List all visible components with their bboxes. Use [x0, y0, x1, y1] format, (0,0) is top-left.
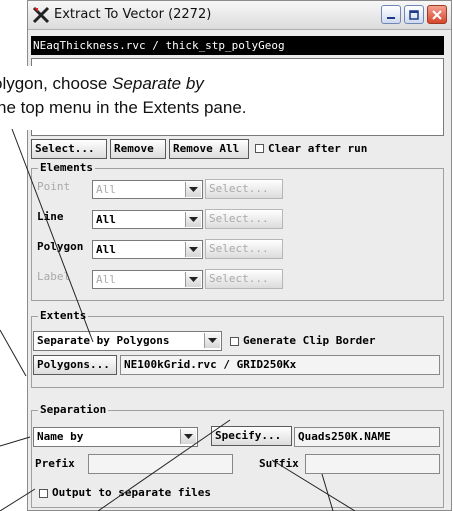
- chevron-down-icon: [185, 242, 201, 257]
- specify-button[interactable]: Specify...: [211, 426, 292, 446]
- label-combo[interactable]: All: [92, 270, 203, 289]
- element-row-label: Point: [37, 180, 71, 193]
- clear-after-run-checkbox[interactable]: [255, 144, 264, 153]
- element-row-label: Label: [37, 270, 71, 283]
- suffix-field[interactable]: [305, 454, 440, 474]
- output-separate-files-checkbox[interactable]: [39, 489, 48, 498]
- extents-mode-combo[interactable]: Separate by Polygons: [33, 331, 222, 351]
- maximize-icon: [409, 10, 419, 20]
- element-row-label: Polygon: [37, 240, 84, 253]
- point-select-button[interactable]: Select...: [205, 179, 283, 199]
- object-path-field[interactable]: NEaqThickness.rvc / thick_stp_polyGeog: [31, 36, 444, 55]
- polygons-path-field[interactable]: NE100kGrid.rvc / GRID250Kx: [120, 355, 440, 375]
- remove-button[interactable]: Remove: [110, 139, 166, 159]
- chevron-down-icon: [185, 272, 201, 287]
- polygons-button[interactable]: Polygons...: [33, 355, 117, 375]
- chevron-down-icon: [204, 333, 220, 348]
- minimize-icon: [387, 17, 395, 19]
- close-button[interactable]: [427, 5, 447, 24]
- callout-line-1-emphasis: Separate by: [112, 74, 204, 93]
- maximize-button[interactable]: [404, 5, 424, 24]
- line-combo[interactable]: All: [92, 210, 203, 229]
- window-title: Extract To Vector (2272): [54, 7, 212, 22]
- select-button[interactable]: Select...: [31, 139, 107, 159]
- element-row-label: Line: [37, 210, 64, 223]
- polygon-combo-value: All: [96, 243, 116, 256]
- line-combo-value: All: [96, 213, 116, 226]
- chevron-down-icon: [185, 182, 201, 197]
- extents-mode-value: Separate by Polygons: [37, 334, 170, 347]
- callout-line-1-text: olygon, choose: [0, 74, 113, 93]
- line-select-button[interactable]: Select...: [205, 209, 283, 229]
- generate-clip-border-label: Generate Clip Border: [243, 334, 376, 347]
- suffix-label: Suffix: [259, 457, 299, 470]
- clear-after-run-label: Clear after run: [268, 142, 368, 155]
- elements-legend: Elements: [38, 161, 95, 174]
- prefix-field[interactable]: [88, 454, 233, 474]
- label-combo-value: All: [96, 273, 116, 286]
- output-separate-files-label: Output to separate files: [52, 486, 211, 499]
- prefix-label: Prefix: [35, 457, 75, 470]
- callout-line-2: he top menu in the Extents pane.: [0, 98, 247, 117]
- point-combo[interactable]: All: [92, 180, 203, 199]
- chevron-down-icon: [185, 212, 201, 227]
- name-by-combo[interactable]: Name by: [33, 427, 198, 447]
- remove-all-button[interactable]: Remove All: [169, 139, 249, 159]
- polygon-select-button[interactable]: Select...: [205, 239, 283, 259]
- minimize-button[interactable]: [381, 5, 401, 24]
- extents-legend: Extents: [38, 309, 89, 322]
- elements-group: Elements Point All Select... Line All Se…: [31, 161, 444, 301]
- app-icon: [32, 6, 50, 24]
- separation-legend: Separation: [38, 403, 109, 416]
- extents-group: Extents Separate by Polygons Generate Cl…: [31, 309, 444, 388]
- specify-value-field[interactable]: Quads250K.NAME: [294, 427, 440, 447]
- name-by-value: Name by: [37, 430, 84, 443]
- close-icon: [432, 10, 442, 20]
- instruction-callout: olygon, choose Separate by he top menu i…: [0, 66, 360, 130]
- point-combo-value: All: [96, 183, 116, 196]
- chevron-down-icon: [180, 429, 196, 444]
- separation-group: Separation Name by Specify... Quads250K.…: [31, 403, 444, 508]
- label-select-button[interactable]: Select...: [205, 269, 283, 289]
- callout-line-1: olygon, choose Separate by: [0, 73, 204, 94]
- title-bar[interactable]: Extract To Vector (2272): [28, 1, 451, 30]
- polygon-combo[interactable]: All: [92, 240, 203, 259]
- generate-clip-border-checkbox[interactable]: [230, 337, 239, 346]
